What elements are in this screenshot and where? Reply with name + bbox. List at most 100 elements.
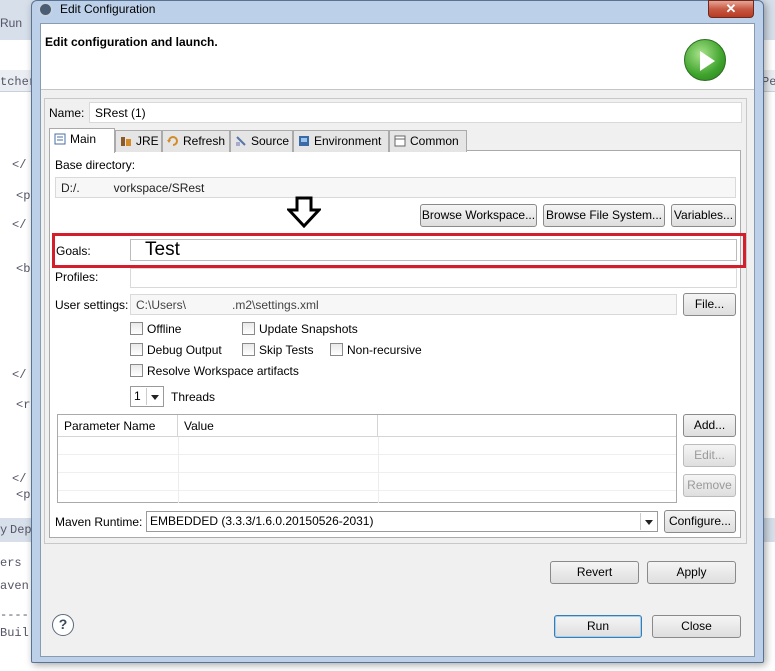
eclipse-gear-icon [38, 2, 53, 17]
skip-tests-checkbox[interactable]: Skip Tests [242, 343, 313, 359]
column-header-filler [378, 415, 676, 437]
checkbox-box [242, 322, 255, 335]
dialog-header: Edit configuration and launch. [41, 24, 754, 90]
title-bar[interactable]: Edit Configuration ✕ [32, 0, 763, 19]
column-divider [378, 437, 379, 503]
maven-runtime-label: Maven Runtime: [55, 515, 143, 529]
user-settings-suffix: .m2\settings.xml [232, 298, 319, 312]
base-directory-field[interactable]: D:/. vorkspace/SRest [55, 177, 736, 198]
run-button[interactable]: Run [554, 615, 642, 638]
table-row [58, 473, 676, 491]
edit-parameter-button[interactable]: Edit... [683, 444, 736, 467]
checkbox-label: Non-recursive [347, 343, 422, 357]
profiles-label: Profiles: [55, 270, 99, 284]
environment-icon [299, 136, 309, 146]
background-code-line: <p [16, 189, 31, 203]
tab-label: Refresh [183, 134, 226, 148]
help-icon[interactable]: ? [52, 614, 74, 636]
background-run-menu: Run [0, 16, 23, 30]
name-field[interactable]: SRest (1) [89, 102, 742, 123]
tab-environment[interactable]: Environment [293, 130, 389, 152]
checkbox-box [330, 343, 343, 356]
user-settings-field[interactable]: C:\Users\ .m2\settings.xml [130, 294, 677, 315]
header-title: Edit configuration and launch. [45, 35, 218, 49]
common-icon [394, 135, 406, 147]
background-code-line: </ [12, 158, 27, 172]
resolve-workspace-checkbox[interactable]: Resolve Workspace artifacts [130, 364, 299, 380]
tab-jre[interactable]: JRE [115, 130, 162, 152]
tab-common[interactable]: Common [389, 130, 467, 152]
background-code-line: <b [16, 262, 31, 276]
background-code-line: </ [12, 472, 27, 486]
threads-label: Threads [171, 390, 216, 404]
close-button[interactable]: Close [652, 615, 741, 638]
background-fragment: y [0, 523, 8, 537]
background-code-line: <r [16, 398, 31, 412]
base-directory-value-prefix: D:/. [61, 181, 80, 195]
chevron-down-icon [640, 513, 656, 530]
add-parameter-button[interactable]: Add... [683, 414, 736, 437]
revert-button[interactable]: Revert [550, 561, 639, 584]
window-title: Edit Configuration [60, 2, 156, 16]
checkbox-box [130, 322, 143, 335]
configure-button[interactable]: Configure... [664, 510, 736, 533]
parameters-table[interactable]: Parameter Name Value [57, 414, 677, 503]
threads-value: 1 [134, 389, 141, 403]
column-header-value[interactable]: Value [178, 415, 378, 437]
base-directory-value-suffix: vorkspace/SRest [113, 181, 205, 195]
browse-file-system-button[interactable]: Browse File System... [543, 204, 665, 227]
goals-label: Goals: [56, 244, 91, 258]
background-code-line: </ [12, 218, 27, 232]
update-snapshots-checkbox[interactable]: Update Snapshots [242, 322, 358, 338]
name-label: Name: [49, 106, 85, 120]
checkbox-label: Resolve Workspace artifacts [147, 364, 299, 378]
user-settings-label: User settings: [55, 298, 129, 312]
goals-input[interactable]: Test [130, 239, 737, 261]
maven-runtime-value: EMBEDDED (3.3.3/1.6.0.20150526-2031) [150, 514, 374, 528]
arrow-down-icon [287, 196, 321, 228]
debug-output-checkbox[interactable]: Debug Output [130, 343, 222, 359]
tab-main[interactable]: Main [49, 128, 115, 153]
remove-parameter-button[interactable]: Remove [683, 474, 736, 497]
close-window-button[interactable]: ✕ [708, 0, 754, 18]
column-header-parameter-name[interactable]: Parameter Name [58, 415, 178, 437]
checkbox-label: Offline [147, 322, 182, 336]
tab-label: JRE [136, 134, 159, 148]
base-directory-label: Base directory: [55, 158, 136, 172]
checkbox-box [242, 343, 255, 356]
tab-label: Common [410, 134, 459, 148]
profiles-input[interactable] [130, 268, 737, 288]
checkbox-box [130, 364, 143, 377]
apply-button[interactable]: Apply [647, 561, 736, 584]
table-row [58, 455, 676, 473]
main-tab-icon [54, 133, 66, 145]
file-button[interactable]: File... [683, 293, 736, 316]
checkbox-label: Update Snapshots [259, 322, 358, 336]
tab-refresh[interactable]: Refresh [162, 130, 230, 152]
background-code-line: </ [12, 368, 27, 382]
user-settings-prefix: C:\Users\ [136, 298, 187, 312]
background-fragment: ers [0, 556, 22, 570]
source-icon [236, 136, 246, 146]
background-fragment: Dep [10, 523, 32, 537]
tab-label: Environment [314, 134, 382, 148]
run-launch-icon [684, 39, 726, 81]
jre-icon [121, 137, 131, 146]
checkbox-label: Debug Output [147, 343, 222, 357]
threads-select[interactable]: 1 [130, 386, 164, 407]
refresh-icon [167, 136, 178, 146]
maven-runtime-select[interactable]: EMBEDDED (3.3.3/1.6.0.20150526-2031) [146, 511, 658, 532]
variables-button[interactable]: Variables... [671, 204, 736, 227]
tab-source[interactable]: Source [230, 130, 293, 152]
chevron-down-icon [146, 388, 162, 405]
background-code-line: <p [16, 488, 31, 502]
table-row [58, 437, 676, 455]
column-divider [178, 437, 179, 503]
checkbox-label: Skip Tests [259, 343, 314, 357]
browse-workspace-button[interactable]: Browse Workspace... [420, 204, 537, 227]
tab-label: Source [251, 134, 290, 148]
checkbox-box [130, 343, 143, 356]
non-recursive-checkbox[interactable]: Non-recursive [330, 343, 422, 359]
tab-label: Main [70, 132, 97, 146]
offline-checkbox[interactable]: Offline [130, 322, 181, 338]
